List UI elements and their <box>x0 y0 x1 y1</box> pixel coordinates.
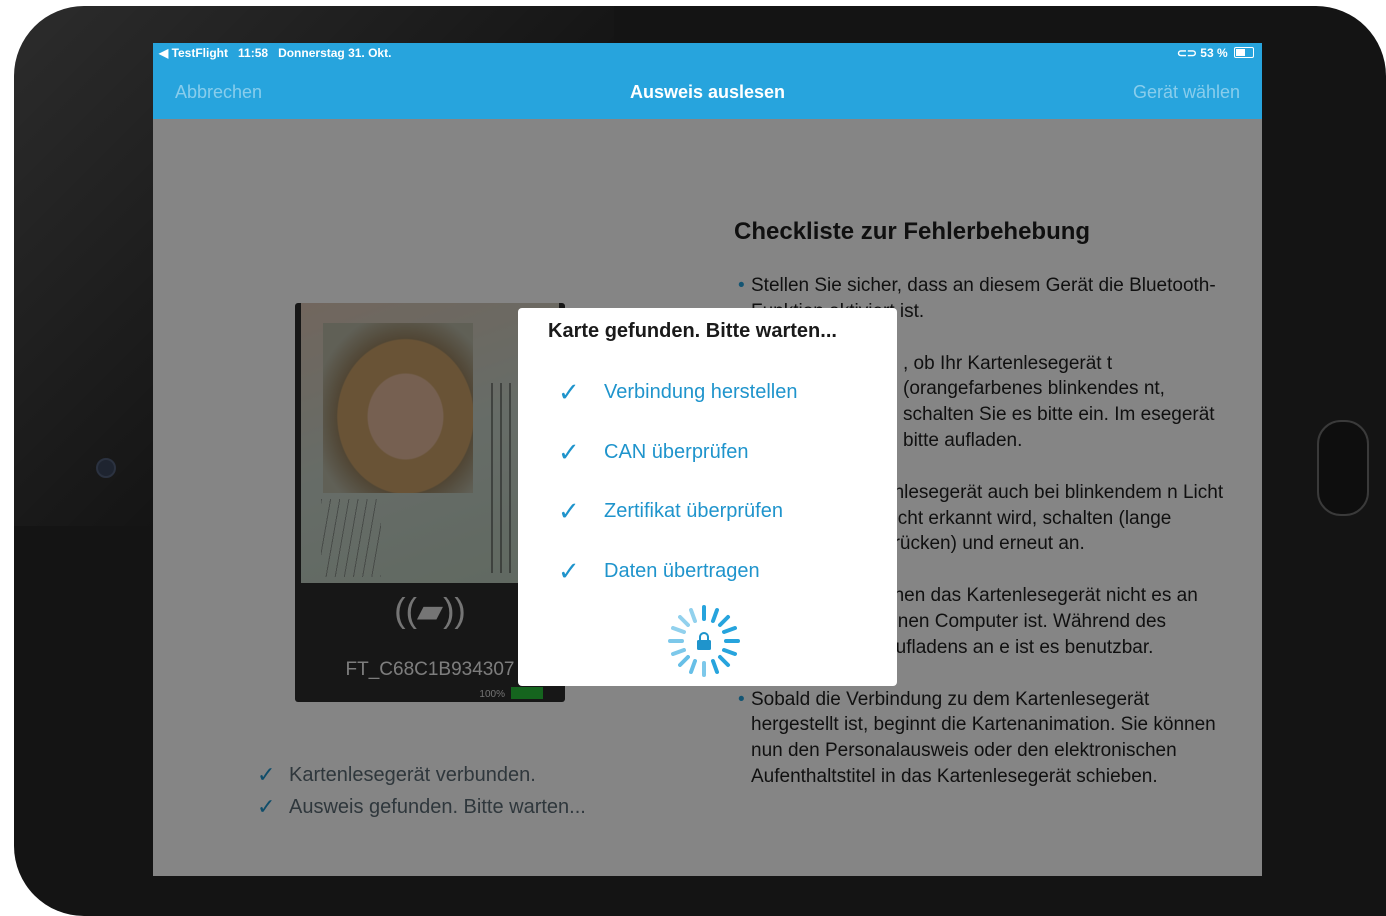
status-time: 11:58 <box>238 46 269 60</box>
modal-backdrop: Karte gefunden. Bitte warten... ✓ Verbin… <box>153 119 1262 876</box>
loading-spinner-icon <box>668 605 740 677</box>
checkmark-icon: ✓ <box>558 495 580 526</box>
status-bar: ◀ TestFlight 11:58 Donnerstag 31. Okt. ⊂… <box>153 43 1262 63</box>
progress-step: ✓ Daten übertragen <box>558 556 760 586</box>
progress-dialog: Karte gefunden. Bitte warten... ✓ Verbin… <box>518 308 897 686</box>
progress-step-label: Verbindung herstellen <box>604 380 798 403</box>
battery-icon <box>1234 47 1254 58</box>
home-button[interactable] <box>1317 420 1369 516</box>
front-camera <box>96 458 116 478</box>
app-screen: ◀ TestFlight 11:58 Donnerstag 31. Okt. ⊂… <box>153 43 1262 876</box>
status-date: Donnerstag 31. Okt. <box>278 46 392 60</box>
navigation-bar: Abbrechen Ausweis auslesen Gerät wählen <box>153 63 1262 119</box>
progress-step: ✓ Verbindung herstellen <box>558 377 797 407</box>
dialog-title: Karte gefunden. Bitte warten... <box>548 320 837 342</box>
battery-percent: 53 % <box>1200 46 1228 60</box>
status-right: ⊂⊃ 53 % <box>1177 46 1254 60</box>
select-device-button[interactable]: Gerät wählen <box>1133 82 1240 103</box>
progress-step: ✓ Zertifikat überprüfen <box>558 496 783 526</box>
progress-step-label: Zertifikat überprüfen <box>604 499 783 522</box>
status-left: ◀ TestFlight 11:58 Donnerstag 31. Okt. <box>159 46 391 60</box>
back-to-app-link[interactable]: ◀ TestFlight <box>159 46 228 60</box>
page-title: Ausweis auslesen <box>629 82 786 102</box>
link-icon: ⊂⊃ <box>1176 46 1197 60</box>
progress-step: ✓ CAN überprüfen <box>558 437 749 467</box>
checkmark-icon: ✓ <box>558 555 580 586</box>
checkmark-icon: ✓ <box>558 436 580 467</box>
progress-step-label: CAN überprüfen <box>604 440 749 463</box>
checkmark-icon: ✓ <box>558 376 580 407</box>
progress-step-label: Daten übertragen <box>604 559 760 582</box>
